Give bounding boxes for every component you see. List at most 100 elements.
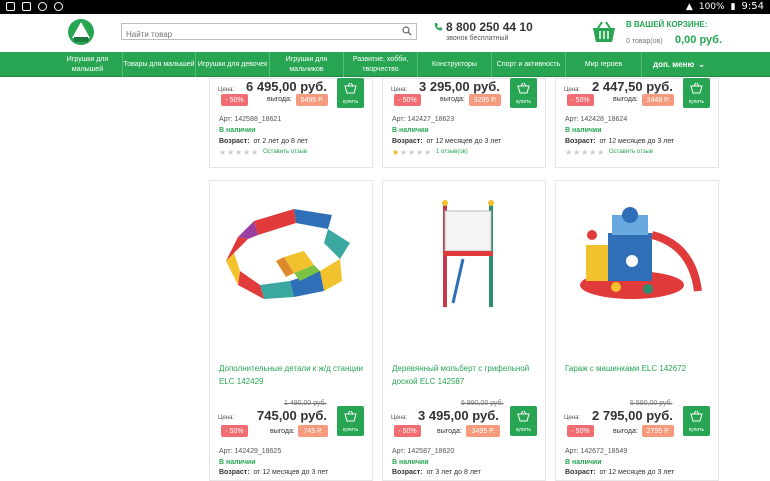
- discount-badge: - 50%: [567, 94, 594, 106]
- chrome-notification-icon: [38, 2, 47, 11]
- benefit-label: выгода:: [613, 428, 638, 435]
- nav-item-baby-toys[interactable]: Игрушки для малышей: [53, 52, 123, 77]
- product-card: Цена: 6 495,00 руб. - 50% выгода: 6495 Р…: [209, 78, 373, 168]
- nav-item-girls-toys[interactable]: Игрушки для девочек: [196, 52, 270, 77]
- settings-notification-icon: [54, 2, 63, 11]
- buy-label: купить: [342, 427, 359, 433]
- buy-label: купить: [515, 427, 532, 433]
- nav-item-heroes[interactable]: Мир героев: [566, 52, 642, 77]
- price-label: Цена:: [564, 415, 581, 421]
- more-menu-label: доп. меню: [653, 59, 695, 69]
- review-link[interactable]: Оставить отзыв: [609, 149, 653, 155]
- phone-number[interactable]: 8 800 250 44 10: [446, 20, 533, 34]
- price-label: Цена:: [218, 87, 235, 93]
- product-name-link[interactable]: Дополнительные детали к ж/д станции ELC …: [219, 362, 365, 388]
- star-icon: ★: [581, 148, 589, 157]
- rating-stars[interactable]: ★ ★ ★ ★ ★: [565, 149, 604, 157]
- search-icon[interactable]: [402, 26, 412, 36]
- star-icon: ★: [424, 148, 432, 157]
- product-price: 3 295,00 руб.: [419, 79, 500, 94]
- review-link[interactable]: Оставить отзыв: [263, 149, 307, 155]
- price-label: Цена:: [391, 415, 408, 421]
- buy-label: купить: [688, 427, 705, 433]
- old-price: 1 490,00 руб.: [284, 400, 327, 407]
- product-price: 2 795,00 руб.: [592, 408, 673, 423]
- nav-item-boys-toys[interactable]: Игрушки для мальчиков: [270, 52, 344, 77]
- product-card: Цена: 3 295,00 руб. - 50% выгода: 3295 Р…: [382, 78, 546, 168]
- nav-item-more-menu[interactable]: доп. меню ⌄: [642, 52, 716, 77]
- buy-label: купить: [688, 99, 705, 105]
- product-price: 3 495,00 руб.: [418, 408, 499, 423]
- age-value: от 12 месяцев до 3 лет: [253, 469, 329, 476]
- benefit-badge: 745 Р.: [298, 425, 328, 437]
- age-value: от 12 месяцев до 3 лет: [599, 469, 675, 476]
- product-price: 2 447,50 руб.: [592, 79, 673, 94]
- system-status-bar: ▲ 100% ▮ 9:54: [0, 0, 770, 14]
- benefit-label: выгода:: [440, 96, 465, 103]
- product-image-rail-pieces[interactable]: [224, 201, 360, 307]
- gallery-notification-icon: [6, 2, 15, 11]
- product-name-link[interactable]: Деревянный мольберт с грифельной доской …: [392, 362, 542, 388]
- age-range: Возраст: от 3 лет до 8 лет: [392, 469, 481, 476]
- clock: 9:54: [741, 1, 764, 12]
- phone-icon: [434, 23, 442, 31]
- nav-item-hobby[interactable]: Развитие, хобби, творчество: [344, 52, 418, 77]
- article-number: Арт: 142672_18549: [565, 448, 628, 455]
- star-icon: ★: [392, 148, 400, 157]
- age-range: Возраст: от 12 месяцев до 3 лет: [565, 138, 674, 145]
- age-label: Возраст:: [392, 138, 423, 145]
- phone-caption: звонок бесплатный: [446, 35, 509, 42]
- star-icon: ★: [408, 148, 416, 157]
- elc-logo[interactable]: [66, 18, 96, 46]
- buy-button[interactable]: купить: [510, 78, 537, 108]
- benefit-badge: 2795 Р.: [642, 425, 674, 437]
- star-icon: ★: [219, 148, 227, 157]
- chevron-down-icon: ⌄: [698, 59, 705, 69]
- age-label: Возраст:: [392, 469, 423, 476]
- review-link[interactable]: 1 отзыв(ов): [436, 149, 468, 155]
- benefit-badge: 2448 Р.: [642, 94, 674, 106]
- buy-button[interactable]: купить: [510, 406, 537, 436]
- product-image-garage[interactable]: [572, 205, 706, 305]
- benefit-label: выгода:: [437, 428, 462, 435]
- age-label: Возраст:: [219, 469, 250, 476]
- star-icon: ★: [243, 148, 251, 157]
- age-label: Возраст:: [219, 138, 250, 145]
- age-value: от 12 месяцев до 3 лет: [426, 138, 502, 145]
- buy-button[interactable]: купить: [337, 406, 364, 436]
- star-icon: ★: [400, 148, 408, 157]
- age-label: Возраст:: [565, 469, 596, 476]
- age-value: от 3 лет до 8 лет: [426, 469, 481, 476]
- buy-button[interactable]: купить: [683, 406, 710, 436]
- product-card: Гараж с машинками ELC 142672 5 590,00 ру…: [555, 180, 719, 481]
- rating-stars[interactable]: ★ ★ ★ ★ ★: [392, 149, 431, 157]
- wifi-icon: ▲: [685, 1, 693, 12]
- download-notification-icon: [22, 2, 31, 11]
- availability: В наличии: [392, 459, 429, 466]
- product-price: 6 495,00 руб.: [246, 79, 327, 94]
- product-price: 745,00 руб.: [257, 408, 328, 423]
- availability: В наличии: [392, 127, 429, 134]
- nav-item-sport[interactable]: Спорт и активность: [492, 52, 566, 77]
- availability: В наличии: [219, 127, 256, 134]
- cart-title[interactable]: В ВАШЕЙ КОРЗИНЕ:: [626, 20, 707, 29]
- product-image-easel[interactable]: [423, 199, 513, 311]
- age-label: Возраст:: [565, 138, 596, 145]
- search-input[interactable]: [122, 27, 382, 42]
- discount-badge: - 50%: [394, 425, 421, 437]
- nav-item-constructors[interactable]: Конструкторы: [418, 52, 492, 77]
- product-card: Цена: 2 447,50 руб. - 50% выгода: 2448 Р…: [555, 78, 719, 168]
- age-range: Возраст: от 12 месяцев до 3 лет: [565, 469, 674, 476]
- buy-button[interactable]: купить: [337, 78, 364, 108]
- buy-button[interactable]: купить: [683, 78, 710, 108]
- article-number: Арт: 142427_18623: [392, 116, 455, 123]
- rating-stars[interactable]: ★ ★ ★ ★ ★: [219, 149, 258, 157]
- product-name-link[interactable]: Гараж с машинками ELC 142672: [565, 362, 711, 375]
- old-price: 6 990,00 руб.: [461, 400, 504, 407]
- nav-item-baby-goods[interactable]: Товары для малышей: [123, 52, 196, 77]
- cart-icon[interactable]: [589, 20, 619, 45]
- article-number: Арт: 142587_18620: [392, 448, 455, 455]
- benefit-badge: 3295 Р.: [469, 94, 501, 106]
- basket-icon: [517, 410, 530, 422]
- search-box[interactable]: [121, 23, 417, 42]
